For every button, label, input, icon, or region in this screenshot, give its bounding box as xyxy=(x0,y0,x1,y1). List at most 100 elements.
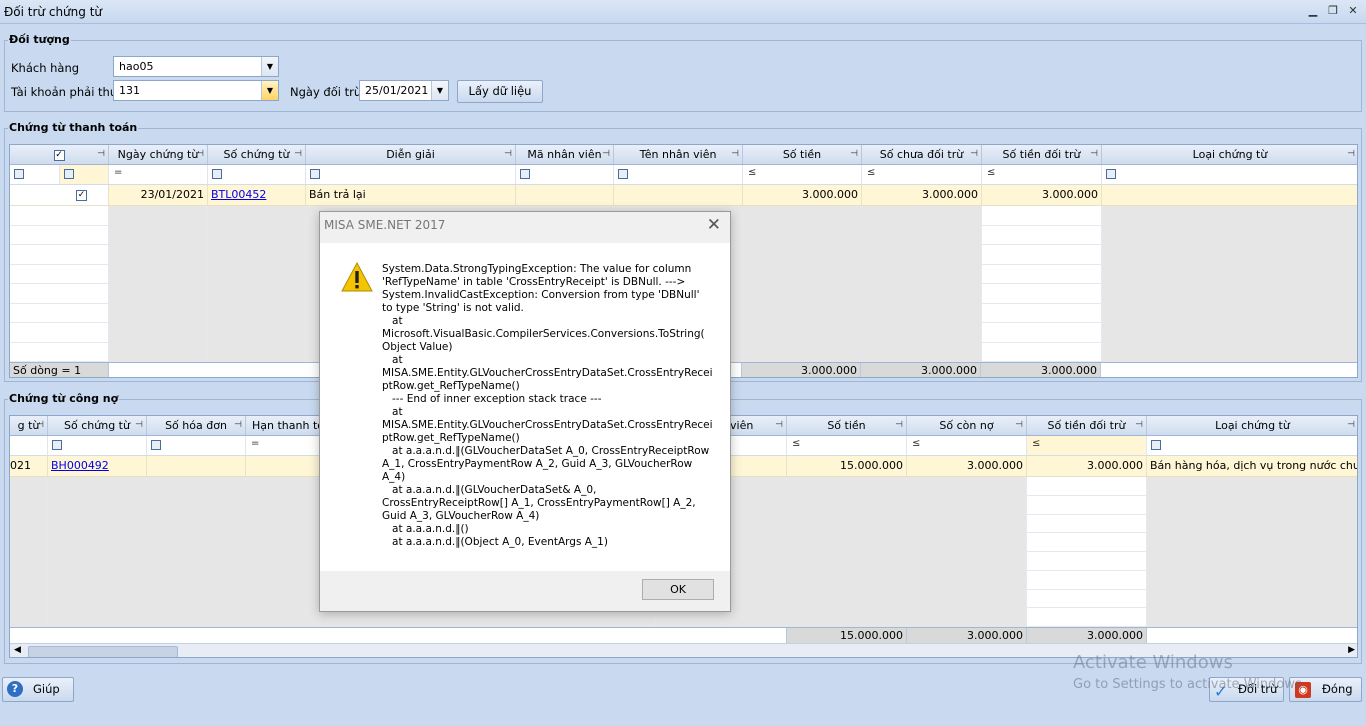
empty-cell xyxy=(1102,284,1357,304)
filter-cell[interactable] xyxy=(10,436,48,455)
empty-cell xyxy=(1147,477,1357,496)
activate-windows-subtitle: Go to Settings to activate Windows. xyxy=(1073,677,1306,692)
filter-cell[interactable] xyxy=(306,165,516,184)
cell-offset[interactable]: 3.000.000 xyxy=(982,185,1102,205)
cell-doc-link[interactable]: BTL00452 xyxy=(208,185,306,205)
doi-tuong-legend: Đối tượng xyxy=(8,33,71,46)
empty-cell xyxy=(787,495,907,515)
filter-cell[interactable] xyxy=(614,165,743,184)
cell-date: 23/01/2021 xyxy=(109,185,208,205)
chevron-down-icon[interactable]: ▼ xyxy=(431,81,448,100)
error-dialog: MISA SME.NET 2017 ✕ System.Data.StrongTy… xyxy=(319,211,731,612)
empty-cell xyxy=(982,323,1102,343)
sum-offset: 3.000.000 xyxy=(1027,628,1147,644)
window-title: Đối trừ chứng từ xyxy=(4,5,103,19)
chevron-down-icon[interactable]: ▼ xyxy=(261,57,278,76)
doc-link[interactable]: BH000492 xyxy=(51,459,109,472)
col-so-tien[interactable]: Số tiền ⊣ xyxy=(743,145,862,164)
filter-cell[interactable] xyxy=(1102,165,1357,184)
help-icon: ? xyxy=(7,681,23,697)
col-ma-nhan-vien[interactable]: Mã nhân viên ⊣ xyxy=(516,145,614,164)
empty-cell xyxy=(10,225,109,245)
empty-cell xyxy=(48,608,147,627)
filter-cell[interactable] xyxy=(48,436,147,455)
khach-hang-label: Khách hàng xyxy=(11,61,80,75)
table-row[interactable]: ✓ 23/01/2021 BTL00452 Bán trả lại 3.000.… xyxy=(10,185,1357,206)
filter-cell[interactable]: ≤ xyxy=(982,165,1102,184)
col-so-chung-tu[interactable]: Số chứng từ ⊣ xyxy=(208,145,306,164)
filter-row: = ≤ ≤ ≤ xyxy=(10,165,1357,185)
empty-cell xyxy=(208,206,306,226)
filter-icon xyxy=(310,169,320,179)
col-loai-chung-tu[interactable]: Loại chứng từ ⊣ xyxy=(1147,416,1357,435)
filter-cell[interactable]: ≤ xyxy=(862,165,982,184)
col-so-tien-doi-tru[interactable]: Số tiền đối trừ ⊣ xyxy=(982,145,1102,164)
chevron-down-icon[interactable]: ▼ xyxy=(261,81,278,100)
col-select[interactable]: ✓ ⊣ xyxy=(10,145,109,164)
check-icon[interactable]: ✓ xyxy=(53,149,65,161)
col-so-chua-doi-tru[interactable]: Số chưa đối trừ ⊣ xyxy=(862,145,982,164)
col-dien-giai[interactable]: Diễn giải ⊣ xyxy=(306,145,516,164)
col-so-tien[interactable]: Số tiền ⊣ xyxy=(787,416,907,435)
help-button[interactable]: ? Giúp xyxy=(2,677,74,702)
scrollbar-thumb[interactable] xyxy=(28,646,178,657)
lay-du-lieu-button[interactable]: Lấy dữ liệu xyxy=(457,80,543,103)
empty-cell xyxy=(1027,495,1147,515)
dialog-close-icon[interactable]: ✕ xyxy=(707,215,721,235)
empty-cell xyxy=(907,533,1027,552)
pin-icon: ⊣ xyxy=(602,149,610,159)
filter-cell[interactable]: ≤ xyxy=(907,436,1027,455)
filter-cell[interactable] xyxy=(147,436,246,455)
tai-khoan-label: Tài khoản phải thu xyxy=(11,85,118,99)
col-loai-chung-tu[interactable]: Loại chứng từ ⊣ xyxy=(1102,145,1357,164)
empty-cell xyxy=(208,303,306,323)
khach-hang-combo[interactable]: hao05 ▼ xyxy=(113,56,279,77)
empty-cell xyxy=(982,342,1102,362)
empty-cell xyxy=(787,608,907,627)
cell-offset[interactable]: 3.000.000 xyxy=(1027,456,1147,476)
pin-icon[interactable]: ⊣ xyxy=(97,145,105,164)
close-icon[interactable]: ✕ xyxy=(1345,3,1361,19)
cell-doc-link[interactable]: BH000492 xyxy=(48,456,147,476)
empty-cell xyxy=(907,477,1027,496)
empty-cell xyxy=(10,303,109,323)
summary-empty xyxy=(10,628,787,644)
col-so-con-no[interactable]: Số còn nợ ⊣ xyxy=(907,416,1027,435)
empty-cell xyxy=(1027,477,1147,496)
ok-button[interactable]: OK xyxy=(642,579,714,600)
filter-icon xyxy=(520,169,530,179)
scroll-right-icon[interactable]: ▶ xyxy=(1348,645,1355,655)
restore-icon[interactable]: ❐ xyxy=(1325,3,1341,19)
empty-cell xyxy=(1102,206,1357,226)
empty-cell xyxy=(147,608,246,627)
filter-icon xyxy=(14,169,24,179)
filter-cell[interactable] xyxy=(10,165,60,184)
col-ngay-chung-tu[interactable]: Ngày chứng từ ⊣ xyxy=(109,145,208,164)
minimize-icon[interactable]: ▁ xyxy=(1305,3,1321,19)
tai-khoan-combo[interactable]: 131 ▼ xyxy=(113,80,279,101)
filter-cell[interactable] xyxy=(60,165,109,184)
ngay-doi-tru-date[interactable]: 25/01/2021 ▼ xyxy=(359,80,449,101)
col-so-chung-tu[interactable]: Số chứng từ ⊣ xyxy=(48,416,147,435)
col-ten-nhan-vien[interactable]: Tên nhân viên ⊣ xyxy=(614,145,743,164)
pin-icon: ⊣ xyxy=(1135,420,1143,430)
filter-cell[interactable] xyxy=(208,165,306,184)
doc-link[interactable]: BTL00452 xyxy=(211,188,266,201)
empty-cell xyxy=(1027,514,1147,534)
scroll-left-icon[interactable]: ◀ xyxy=(14,645,21,655)
filter-cell[interactable]: ≤ xyxy=(787,436,907,455)
filter-cell[interactable]: ≤ xyxy=(743,165,862,184)
col-so-tien-doi-tru[interactable]: Số tiền đối trừ ⊣ xyxy=(1027,416,1147,435)
filter-cell[interactable]: = xyxy=(109,165,208,184)
col-ngay-chung-tu[interactable]: g từ ⊣ xyxy=(10,416,48,435)
filter-cell[interactable]: ≤ xyxy=(1027,436,1147,455)
filter-cell[interactable] xyxy=(516,165,614,184)
empty-cell xyxy=(147,495,246,515)
filter-icon xyxy=(52,440,62,450)
filter-icon xyxy=(1106,169,1116,179)
cell-remaining: 3.000.000 xyxy=(907,456,1027,476)
filter-cell[interactable] xyxy=(1147,436,1357,455)
empty-cell xyxy=(787,552,907,571)
col-so-hoa-don[interactable]: Số hóa đơn ⊣ xyxy=(147,416,246,435)
row-checkbox[interactable]: ✓ xyxy=(10,185,109,205)
